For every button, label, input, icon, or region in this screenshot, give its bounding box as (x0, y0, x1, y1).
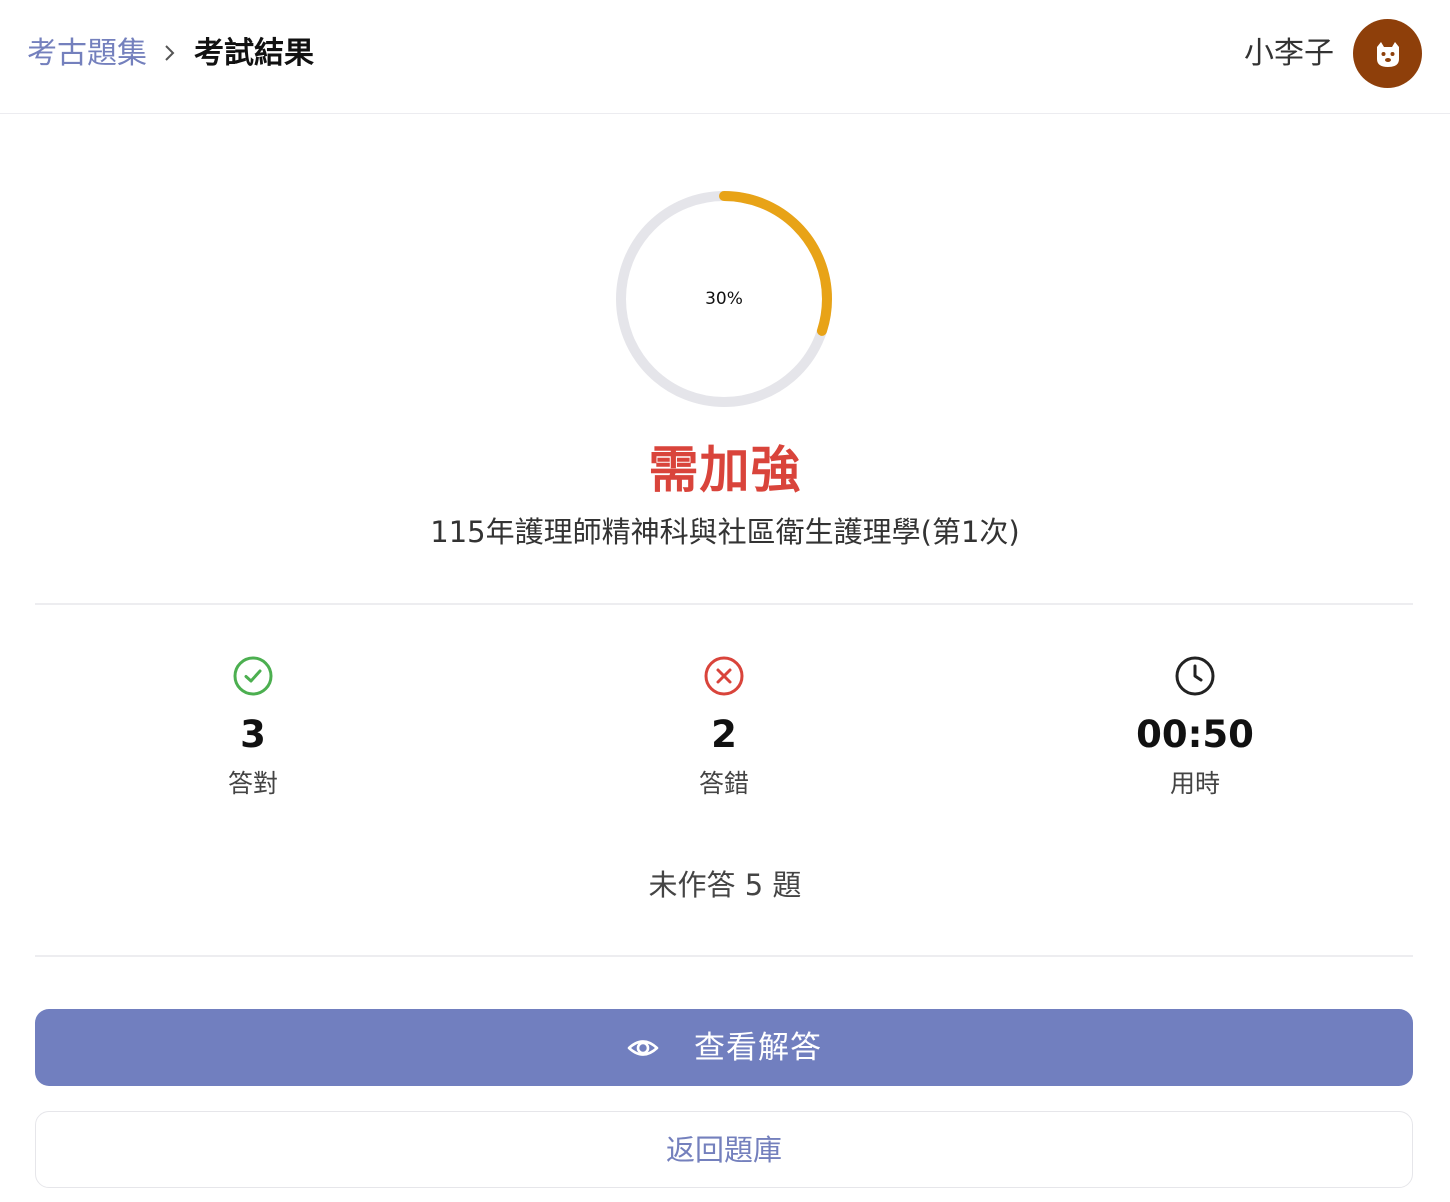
back-to-bank-label: 返回題庫 (665, 1132, 782, 1167)
x-circle-icon (704, 656, 744, 696)
time-label: 用時 (1169, 769, 1220, 798)
divider (35, 603, 1413, 605)
stat-wrong: 2 答錯 (574, 655, 874, 801)
breadcrumb-link-exam-sets[interactable]: 考古題集 (27, 34, 147, 74)
check-circle-icon (233, 656, 273, 696)
back-to-bank-button[interactable]: 返回題庫 (35, 1111, 1413, 1188)
top-bar: 考古題集 考試結果 小李子 (0, 0, 1450, 114)
avatar[interactable] (1353, 19, 1422, 88)
correct-label: 答對 (227, 769, 278, 798)
chevron-right-icon (165, 45, 175, 61)
stat-correct: 3 答對 (103, 655, 403, 801)
user-name[interactable]: 小李子 (1244, 34, 1334, 74)
eye-icon (627, 1039, 659, 1056)
time-used: 00:50 (1136, 713, 1254, 756)
score-percent: 30% (705, 289, 743, 309)
unanswered-count: 未作答 5 題 (648, 868, 802, 902)
breadcrumb-current: 考試結果 (194, 36, 314, 71)
wrong-count: 2 (711, 713, 737, 756)
result-verdict: 需加強 (648, 441, 802, 499)
exam-title: 115年護理師精神科與社區衛生護理學(第1次) (430, 515, 1020, 549)
view-answers-button[interactable]: 查看解答 (35, 1009, 1413, 1086)
view-answers-label: 查看解答 (694, 1029, 822, 1066)
dog-face-icon (1376, 41, 1399, 67)
divider (35, 955, 1413, 957)
correct-count: 3 (240, 713, 266, 756)
stat-time: 00:50 用時 (1045, 655, 1345, 801)
clock-icon (1175, 656, 1215, 696)
wrong-label: 答錯 (698, 769, 749, 798)
